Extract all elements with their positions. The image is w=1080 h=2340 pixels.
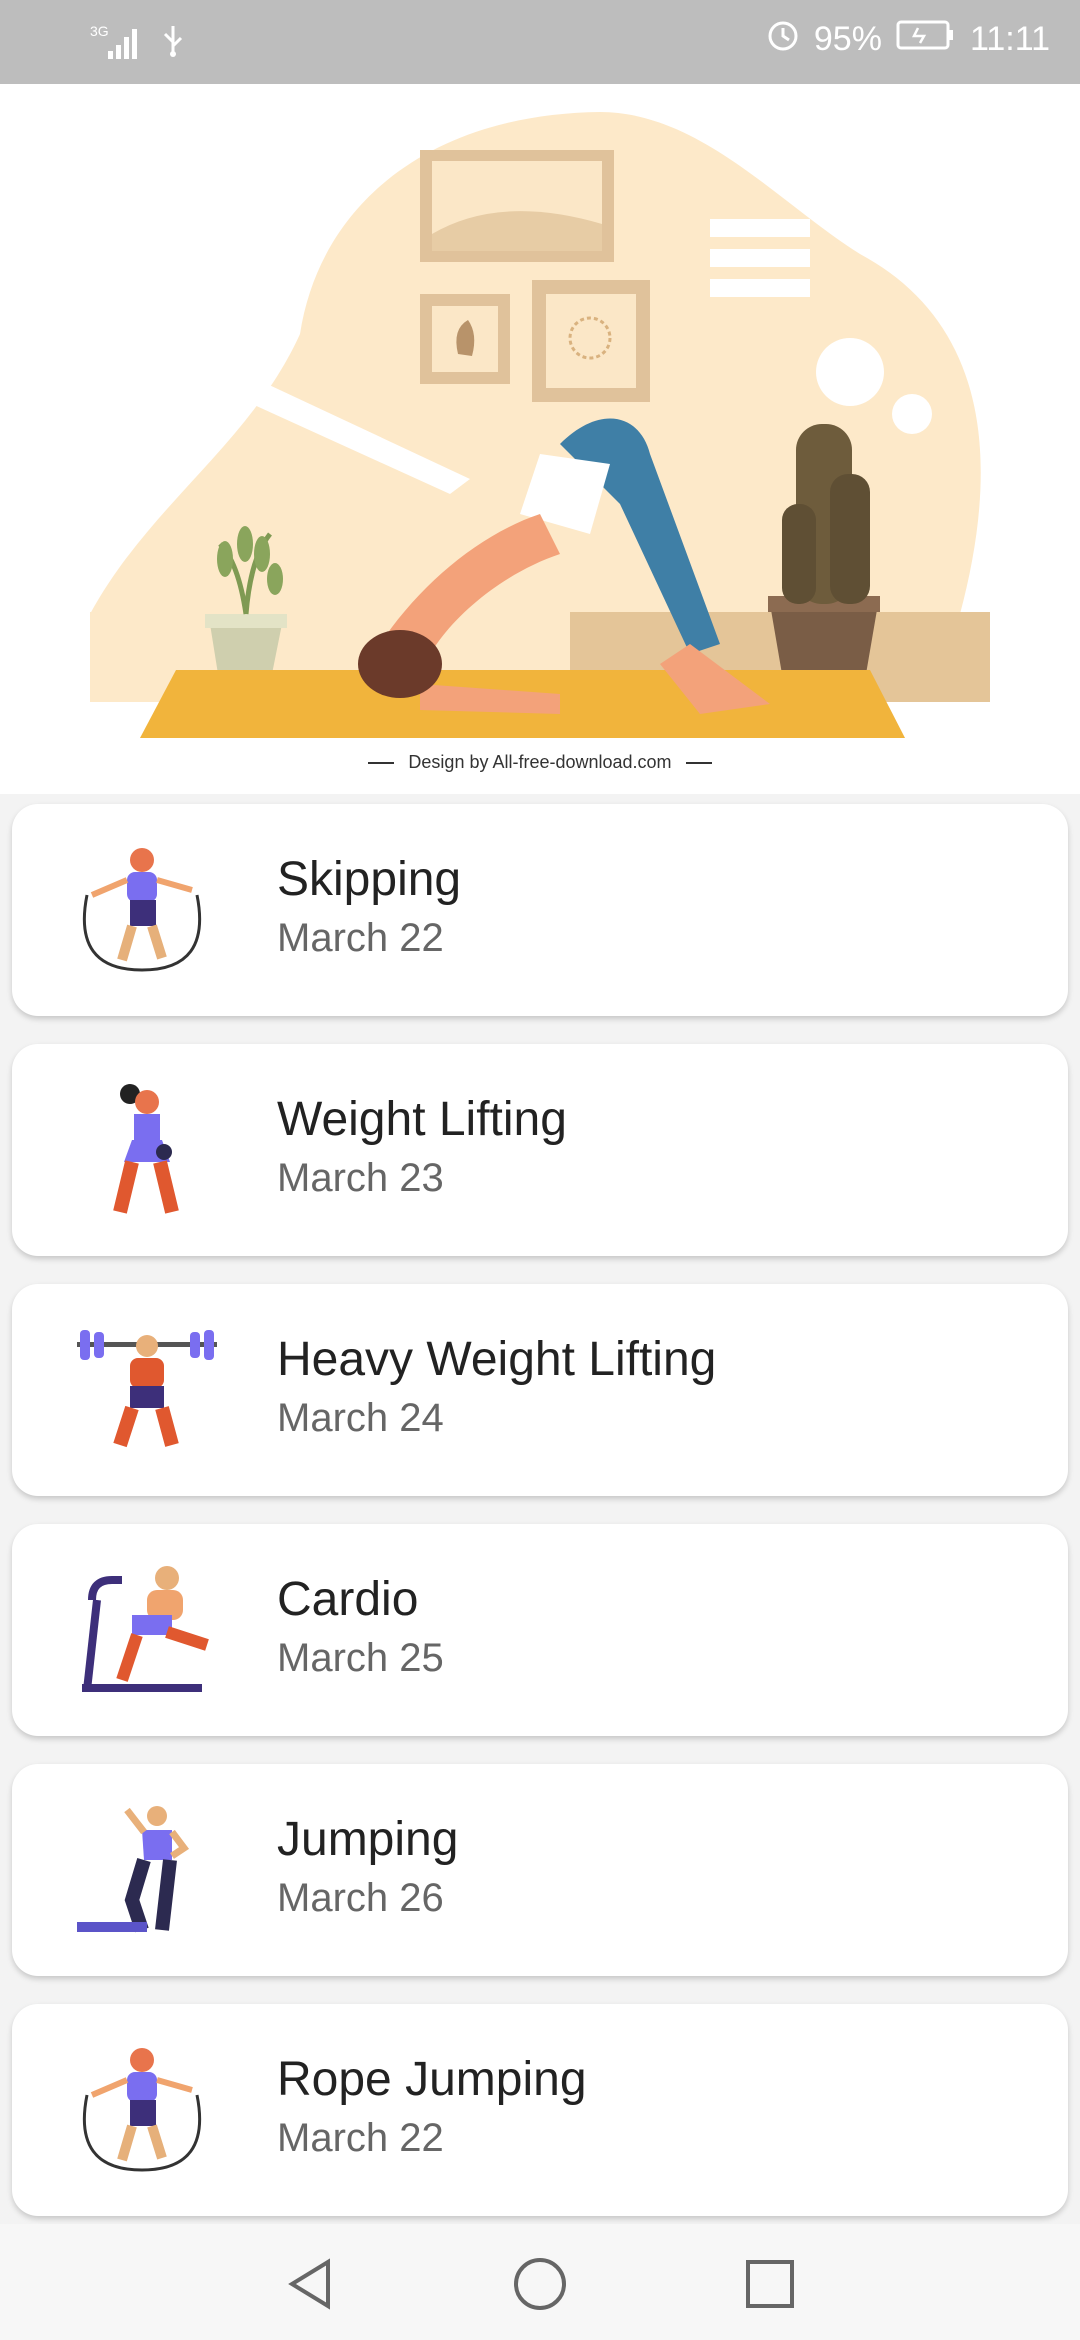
usb-icon — [160, 22, 186, 63]
workout-date: March 23 — [277, 1156, 444, 1200]
image-credit: Design by All-free-download.com — [0, 752, 1080, 773]
clock: 11:11 — [969, 20, 1050, 58]
workout-list: Skipping March 22 Weight Lifting March 2… — [12, 804, 1068, 2244]
home-icon[interactable] — [510, 2254, 570, 2314]
workout-date: March 22 — [277, 916, 444, 960]
workout-date: March 22 — [277, 2116, 444, 2160]
workout-card-weight-lifting[interactable]: Weight Lifting March 23 — [12, 1044, 1068, 1256]
workout-card-cardio[interactable]: Cardio March 25 — [12, 1524, 1068, 1736]
workout-date: March 26 — [277, 1876, 444, 1920]
battery-charging-icon — [896, 20, 956, 59]
workout-date: March 24 — [277, 1396, 444, 1440]
workout-card-rope-jumping[interactable]: Rope Jumping March 22 — [12, 2004, 1068, 2216]
battery-percent: 95% — [813, 20, 882, 58]
workout-date: March 25 — [277, 1636, 444, 1680]
hero-illustration — [0, 84, 1080, 794]
workout-title: Cardio — [277, 1573, 419, 1626]
step-jump-person-icon — [77, 1806, 190, 1933]
barbell-person-icon — [77, 1330, 217, 1448]
treadmill-person-icon — [82, 1566, 209, 1692]
alarm-icon — [766, 18, 800, 61]
status-bar: 3G 95% 11:11 — [0, 0, 1080, 84]
skipping-person-icon — [82, 2048, 202, 2172]
workout-title: Skipping — [277, 853, 462, 906]
workout-title: Heavy Weight Lifting — [277, 1333, 717, 1386]
kettlebell-person-icon — [113, 1084, 179, 1214]
workout-card-skipping[interactable]: Skipping March 22 — [12, 804, 1068, 1016]
back-icon[interactable] — [280, 2254, 340, 2314]
workout-card-jumping[interactable]: Jumping March 26 — [12, 1764, 1068, 1976]
navigation-bar — [0, 2224, 1080, 2340]
workout-title: Jumping — [277, 1813, 459, 1866]
workout-card-heavy-weight-lifting[interactable]: Heavy Weight Lifting March 24 — [12, 1284, 1068, 1496]
yoga-illustration — [90, 112, 990, 738]
skipping-person-icon — [82, 848, 202, 972]
recents-icon[interactable] — [740, 2254, 800, 2314]
signal-icon: 3G — [90, 23, 142, 63]
workout-title: Weight Lifting — [277, 1093, 567, 1146]
workout-title: Rope Jumping — [277, 2053, 587, 2106]
